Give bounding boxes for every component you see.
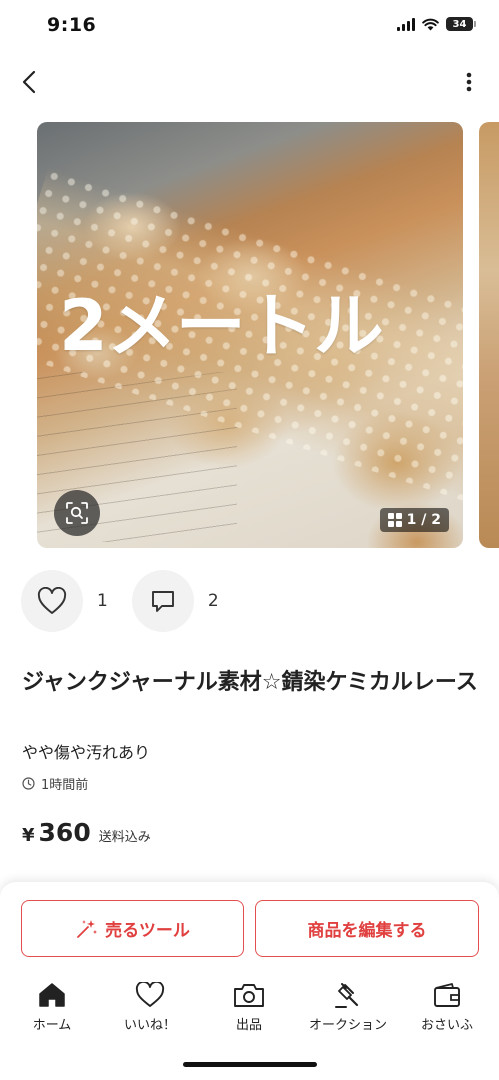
status-icons: 34 (397, 17, 476, 31)
like-button[interactable] (21, 570, 83, 632)
top-nav (0, 60, 499, 104)
tab-likes[interactable]: いいね！ (100, 980, 200, 1036)
item-title: ジャンクジャーナル素材☆錆染ケミカルレース (22, 670, 478, 695)
edit-item-button[interactable]: 商品を編集する (255, 900, 479, 957)
wifi-icon (422, 18, 439, 30)
camera-icon (233, 980, 265, 1010)
gavel-icon (333, 980, 363, 1010)
grid-icon (387, 513, 402, 527)
status-time: 9:16 (47, 14, 97, 36)
image-search-icon (66, 502, 88, 524)
tab-home[interactable]: ホーム (2, 980, 102, 1036)
price-value: 360 (38, 818, 91, 847)
image-search-button[interactable] (54, 490, 100, 536)
sell-tools-label: 売るツール (105, 921, 190, 941)
posted-time-text: 1時間前 (41, 778, 89, 793)
more-options-button[interactable] (459, 66, 479, 98)
more-vertical-icon (466, 72, 472, 92)
back-button[interactable] (14, 66, 44, 98)
status-bar: 9:16 34 (0, 0, 499, 54)
tab-sell-label: 出品 (235, 1018, 262, 1033)
comment-count: 2 (207, 591, 219, 611)
heart-icon (135, 980, 165, 1010)
posted-time: 1時間前 (22, 774, 88, 793)
photo-counter-text: 1 / 2 (406, 512, 441, 528)
photo-gallery[interactable]: 2メートル 1 / 2 (0, 122, 499, 548)
tab-wallet-label: おさいふ (420, 1018, 473, 1033)
home-indicator[interactable] (183, 1062, 317, 1067)
heart-icon (37, 587, 67, 614)
battery-icon: 34 (446, 17, 476, 31)
tab-likes-label: いいね！ (123, 1018, 176, 1033)
cellular-signal-icon (397, 17, 415, 31)
like-count: 1 (97, 591, 108, 611)
photo-overlay-text: 2メートル (59, 285, 384, 367)
price-currency: ¥ (22, 825, 35, 846)
edit-item-label: 商品を編集する (307, 921, 427, 941)
next-photo-preview[interactable] (479, 122, 499, 548)
tab-home-label: ホーム (32, 1018, 72, 1033)
price: ¥ 360 送料込み (22, 818, 151, 847)
wallet-icon (432, 980, 462, 1010)
reactions-row: 1 2 (21, 570, 243, 632)
photo-counter: 1 / 2 (379, 508, 449, 532)
product-photo[interactable]: 2メートル 1 / 2 (37, 122, 463, 548)
tab-auction-label: オークション (308, 1018, 387, 1033)
tab-auction[interactable]: オークション (298, 980, 398, 1036)
shipping-note: 送料込み (98, 830, 151, 845)
item-condition: やや傷や汚れあり (22, 743, 151, 762)
home-icon (38, 980, 66, 1010)
tab-sell[interactable]: 出品 (199, 980, 299, 1036)
clock-icon (22, 777, 35, 790)
comment-icon (151, 591, 174, 612)
comment-button[interactable] (131, 570, 194, 632)
magic-wand-icon (77, 919, 98, 938)
chevron-left-icon (22, 70, 36, 94)
sell-tools-button[interactable]: 売るツール (21, 900, 244, 957)
tab-bar: ホーム いいね！ 出品 オークション おさいふ (0, 980, 499, 1036)
bottom-action-sheet: 売るツール 商品を編集する ホーム いいね！ 出品 オークション おさいふ (0, 882, 499, 1080)
tab-wallet[interactable]: おさいふ (397, 980, 497, 1036)
